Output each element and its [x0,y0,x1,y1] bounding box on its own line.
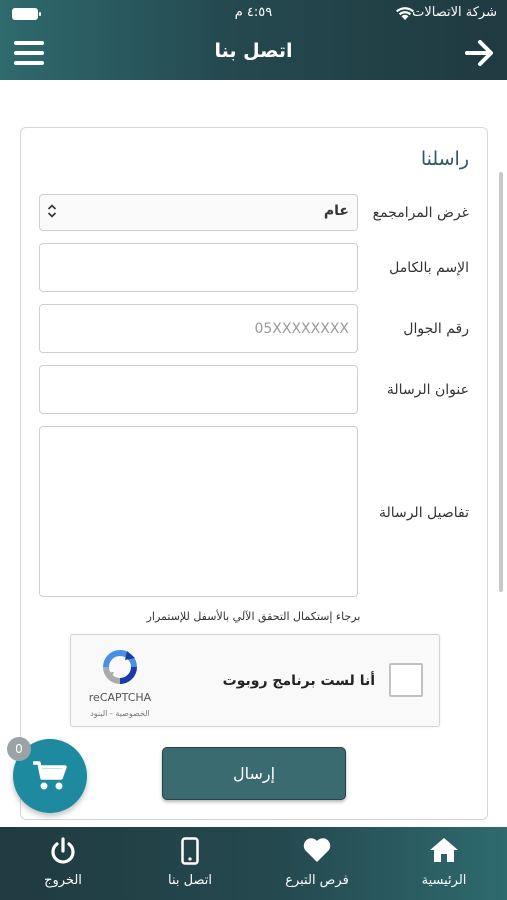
tab-home-label: الرئيسية [421,873,467,888]
tab-contact[interactable]: اتصل بنا [130,827,250,900]
nav-bar: اتصل بنا [0,28,507,80]
purpose-value: عام [323,203,349,219]
mobile-input[interactable] [40,305,357,352]
details-field[interactable] [39,426,358,597]
section-title: راسلنا [420,148,469,170]
recaptcha-terms[interactable]: الخصوصية - البنود [85,709,155,718]
recaptcha-widget: أنا لست برنامج روبوت reCAPTCHA الخصوصية … [70,634,440,727]
recaptcha-brand: reCAPTCHA [88,691,152,704]
app-header: ٤:٥٩ م شركة الاتصالات اتصل بنا [0,0,507,80]
status-carrier: شركة الاتصالات [412,5,497,20]
status-bar: ٤:٥٩ م شركة الاتصالات [0,0,507,28]
subject-label: عنوان الرسالة [386,382,469,398]
page-title: اتصل بنا [214,40,293,62]
purpose-label: غرض المرامجمع [372,205,469,221]
phone-icon [181,837,199,865]
details-label: تفاصيل الرسالة [378,505,469,521]
recaptcha-logo-icon [103,650,137,684]
mobile-label: رقم الجوال [403,321,469,337]
tab-logout-label: الخروج [44,873,82,888]
recaptcha-checkbox[interactable] [389,663,423,697]
select-arrows-icon [47,204,57,218]
submit-button[interactable]: إرسال [162,747,346,800]
cart-count-badge: 0 [7,737,31,761]
scrollbar[interactable] [499,172,503,592]
full-name-label: الإسم بالكامل [389,260,469,276]
tab-donation-opportunities[interactable]: فرص التبرع [257,827,377,900]
subject-input[interactable] [40,366,357,413]
power-icon [51,837,75,864]
status-time: ٤:٥٩ م [234,5,273,20]
tab-home[interactable]: الرئيسية [384,827,504,900]
cart-icon [33,761,67,790]
verify-note: برجاء إستكمال التحقق الآلي بالأسفل للإست… [146,610,361,623]
full-name-field[interactable] [39,243,358,292]
home-icon [430,838,458,862]
full-name-input[interactable] [40,244,357,291]
heart-icon [303,838,331,862]
mobile-field[interactable] [39,304,358,353]
tab-logout[interactable]: الخروج [3,827,123,900]
recaptcha-label: أنا لست برنامج روبوت [222,673,375,689]
back-arrow-icon[interactable] [463,36,495,70]
tab-contact-label: اتصل بنا [168,873,212,888]
tab-donation-label: فرص التبرع [285,873,349,888]
details-textarea[interactable] [40,427,357,596]
purpose-select[interactable]: عام [39,194,358,231]
subject-field[interactable] [39,365,358,414]
bottom-tab-bar: الرئيسية فرص التبرع اتصل بنا الخروج [0,827,507,900]
battery-icon [12,8,41,20]
